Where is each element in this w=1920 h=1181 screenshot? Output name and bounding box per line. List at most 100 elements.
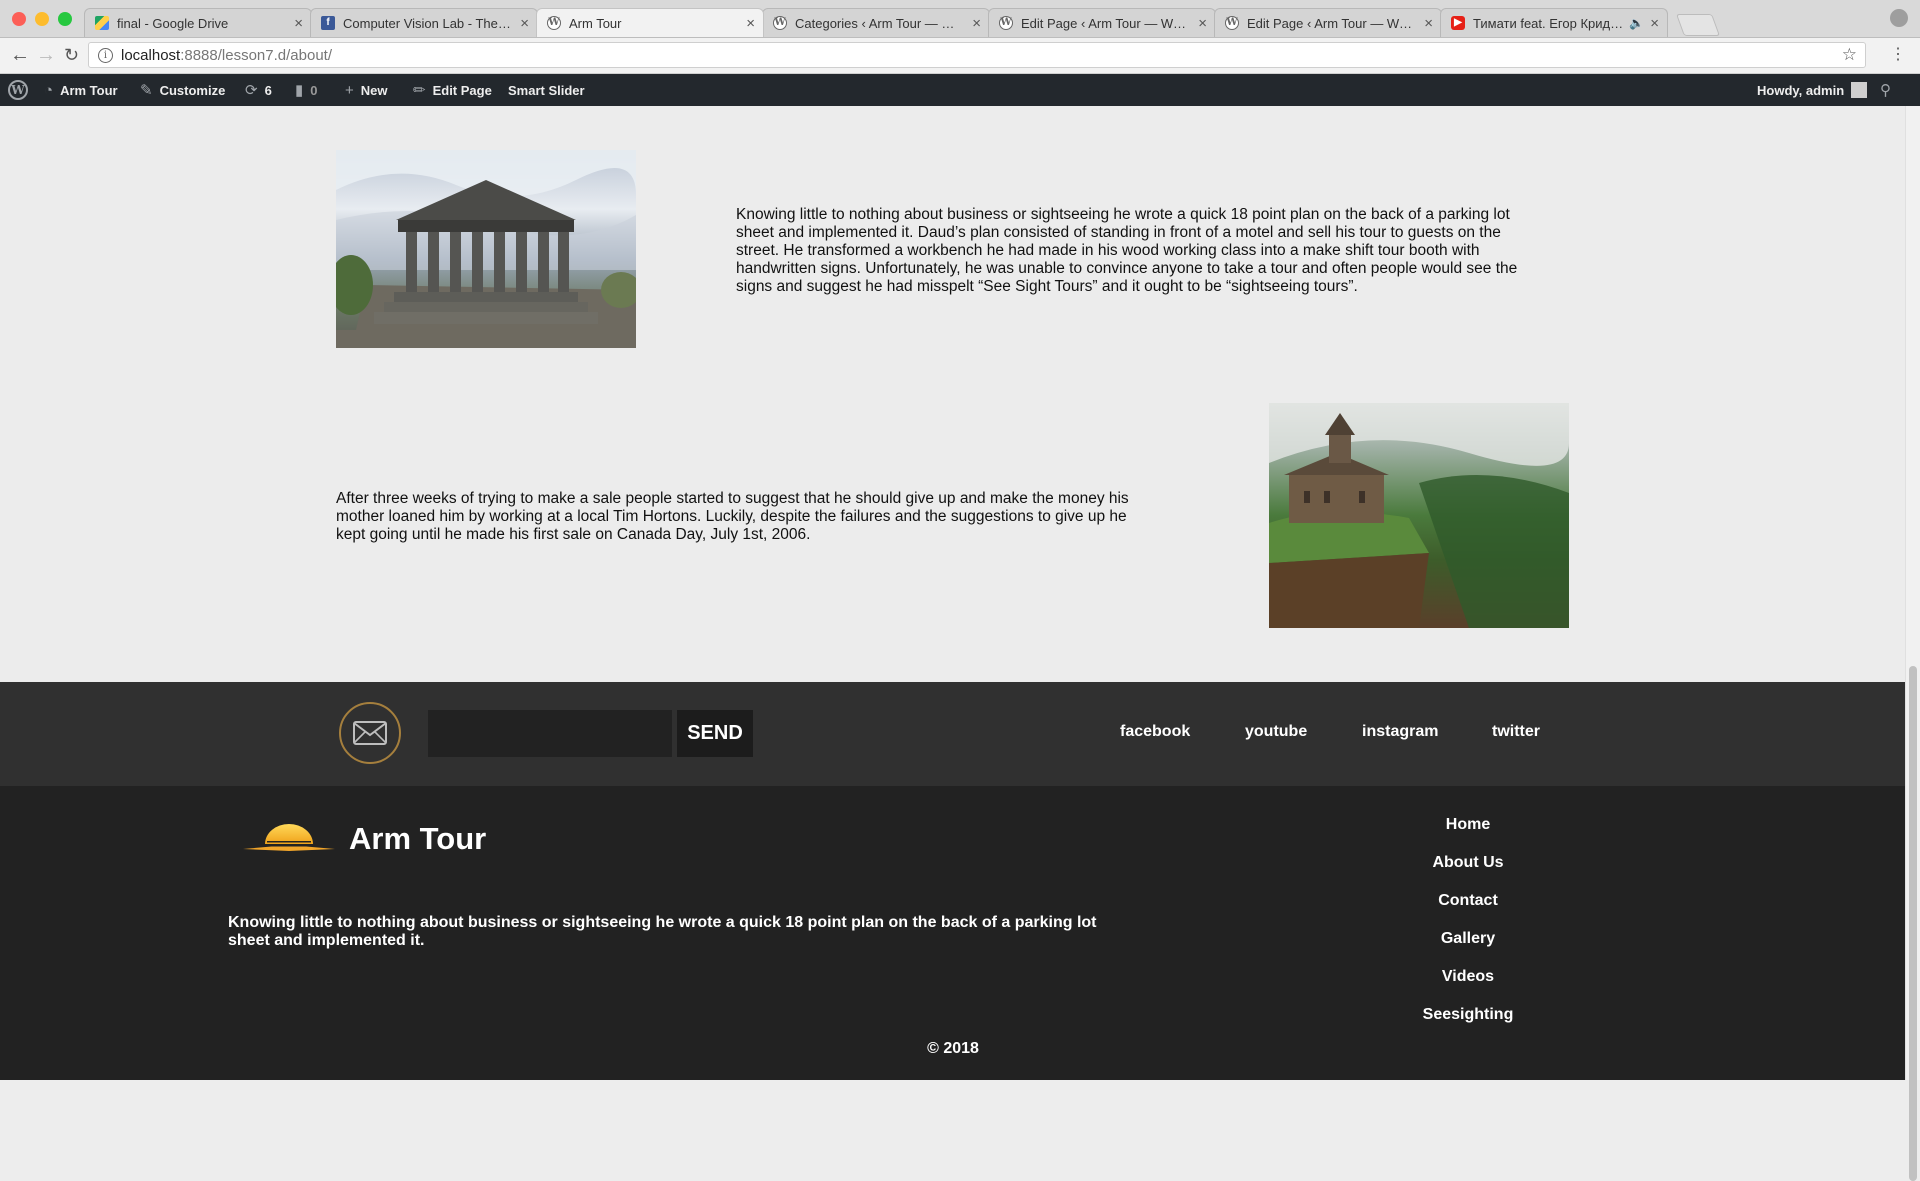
updates-icon: ⟳ bbox=[245, 82, 258, 99]
wordpress-logo-icon: W bbox=[8, 80, 28, 100]
youtube-icon: ▶ bbox=[1451, 16, 1465, 30]
close-tab-icon[interactable]: × bbox=[520, 15, 529, 32]
search-icon: ⚲ bbox=[1880, 82, 1891, 99]
speaker-icon[interactable]: 🔈 bbox=[1629, 16, 1644, 30]
edit-page-label: Edit Page bbox=[432, 82, 492, 98]
new-tab-button[interactable] bbox=[1675, 14, 1721, 36]
new-label: New bbox=[360, 82, 388, 98]
close-tab-icon[interactable]: × bbox=[294, 15, 303, 32]
page-viewport: Knowing little to nothing about business… bbox=[0, 106, 1906, 1080]
monastery-photo bbox=[1269, 403, 1569, 628]
wordpress-icon: W bbox=[773, 16, 787, 30]
tab-label: final - Google Drive bbox=[117, 15, 229, 31]
comment-bubble-icon: ▮ bbox=[295, 82, 304, 99]
browser-tab-edit-page-2[interactable]: W Edit Page ‹ Arm Tour — WordP × bbox=[1214, 8, 1442, 37]
facebook-link[interactable]: facebook bbox=[1120, 723, 1190, 741]
url-host: localhost bbox=[121, 46, 181, 64]
updates-link[interactable]: ⟳ 6 bbox=[245, 74, 272, 106]
new-content-menu[interactable]: + New bbox=[345, 74, 388, 106]
close-tab-icon[interactable]: × bbox=[1424, 15, 1433, 32]
my-account-menu[interactable]: Howdy, admin bbox=[1757, 74, 1868, 106]
wp-admin-bar: W ◔ Arm Tour ✎ Customize ⟳ 6 ▮ 0 + New ✏… bbox=[0, 74, 1920, 106]
close-tab-icon[interactable]: × bbox=[746, 15, 755, 32]
minimize-window-button[interactable] bbox=[35, 12, 49, 26]
temple-photo bbox=[336, 150, 636, 348]
envelope-icon bbox=[353, 721, 387, 745]
browser-toolbar: ← → ↻ i localhost:8888/lesson7.d/about/ … bbox=[0, 38, 1920, 74]
browser-tab-google-drive[interactable]: final - Google Drive × bbox=[84, 8, 312, 37]
tab-label: Edit Page ‹ Arm Tour — WordP bbox=[1247, 15, 1419, 31]
send-button[interactable]: SEND bbox=[677, 710, 753, 757]
footer-nav-videos[interactable]: Videos bbox=[1380, 968, 1556, 1006]
edit-page-link[interactable]: ✏ Edit Page bbox=[413, 74, 492, 106]
browser-tab-facebook[interactable]: f Computer Vision Lab - The Un × bbox=[310, 8, 538, 37]
brush-icon: ✎ bbox=[140, 82, 153, 99]
footer-nav: Home About Us Contact Gallery Videos See… bbox=[1380, 816, 1556, 1044]
tab-label: Categories ‹ Arm Tour — Word bbox=[795, 15, 967, 31]
footer-brand[interactable]: Arm Tour bbox=[349, 821, 486, 857]
back-arrow-icon[interactable]: ← bbox=[10, 44, 30, 66]
page-scrollbar[interactable] bbox=[1905, 106, 1920, 1181]
info-icon[interactable]: i bbox=[98, 47, 113, 63]
footer-nav-home[interactable]: Home bbox=[1380, 816, 1556, 854]
site-name-menu[interactable]: ◔ Arm Tour bbox=[44, 74, 118, 106]
close-tab-icon[interactable]: × bbox=[972, 15, 981, 32]
story-paragraph-2: After three weeks of trying to make a sa… bbox=[336, 490, 1129, 543]
wp-logo-menu[interactable]: W bbox=[8, 74, 28, 106]
reload-icon[interactable]: ↻ bbox=[64, 44, 79, 66]
subscribe-bar: SEND facebook youtube instagram twitter bbox=[0, 682, 1906, 786]
footer-nav-contact[interactable]: Contact bbox=[1380, 892, 1556, 930]
footer-description: Knowing little to nothing about business… bbox=[228, 914, 1097, 949]
smart-slider-link[interactable]: Smart Slider bbox=[508, 74, 585, 106]
browser-tab-edit-page[interactable]: W Edit Page ‹ Arm Tour — WordP × bbox=[988, 8, 1216, 37]
youtube-link[interactable]: youtube bbox=[1245, 723, 1307, 741]
browser-tab-arm-tour[interactable]: W Arm Tour × bbox=[536, 8, 764, 37]
comments-link[interactable]: ▮ 0 bbox=[295, 74, 318, 106]
browser-menu-icon[interactable]: ⋮ bbox=[1890, 46, 1906, 64]
instagram-link[interactable]: instagram bbox=[1362, 723, 1438, 741]
wordpress-icon: W bbox=[999, 16, 1013, 30]
footer-nav-seesighting[interactable]: Seesighting bbox=[1380, 1006, 1556, 1044]
twitter-link[interactable]: twitter bbox=[1492, 723, 1540, 741]
smart-slider-label: Smart Slider bbox=[508, 82, 585, 98]
story-paragraph-1: Knowing little to nothing about business… bbox=[736, 206, 1518, 295]
monastery-illustration bbox=[1269, 403, 1569, 628]
comments-count: 0 bbox=[310, 82, 318, 98]
facebook-icon: f bbox=[321, 16, 335, 30]
browser-tab-categories[interactable]: W Categories ‹ Arm Tour — Word × bbox=[762, 8, 990, 37]
address-bar[interactable]: i localhost:8888/lesson7.d/about/ ☆ bbox=[88, 42, 1866, 68]
forward-arrow-icon[interactable]: → bbox=[36, 44, 56, 66]
site-name-label: Arm Tour bbox=[60, 82, 118, 98]
footer-nav-about-us[interactable]: About Us bbox=[1380, 854, 1556, 892]
site-footer: Arm Tour Knowing little to nothing about… bbox=[0, 786, 1906, 1080]
tab-label: Arm Tour bbox=[569, 15, 622, 31]
browser-tabstrip: final - Google Drive × f Computer Vision… bbox=[0, 0, 1920, 38]
browser-tab-youtube[interactable]: ▶ Тимати feat. Егор Крид - П 🔈 × bbox=[1440, 8, 1668, 37]
google-drive-icon bbox=[95, 16, 109, 30]
pencil-icon: ✏ bbox=[413, 82, 426, 99]
close-tab-icon[interactable]: × bbox=[1198, 15, 1207, 32]
url-path: :8888/lesson7.d/about/ bbox=[180, 46, 332, 64]
bookmark-star-icon[interactable]: ☆ bbox=[1842, 45, 1857, 65]
temple-illustration bbox=[336, 150, 636, 348]
plus-icon: + bbox=[345, 81, 354, 99]
close-tab-icon[interactable]: × bbox=[1650, 15, 1659, 32]
newsletter-email-input[interactable] bbox=[428, 710, 672, 757]
tab-label: Computer Vision Lab - The Un bbox=[343, 15, 515, 31]
sun-logo-icon bbox=[243, 824, 335, 851]
howdy-label: Howdy, admin bbox=[1757, 82, 1845, 98]
tab-label: Edit Page ‹ Arm Tour — WordP bbox=[1021, 15, 1193, 31]
maximize-window-button[interactable] bbox=[58, 12, 72, 26]
wordpress-icon: W bbox=[547, 16, 561, 30]
close-window-button[interactable] bbox=[12, 12, 26, 26]
customize-label: Customize bbox=[159, 82, 226, 98]
updates-count: 6 bbox=[264, 82, 272, 98]
customize-link[interactable]: ✎ Customize bbox=[140, 74, 225, 106]
scrollbar-thumb[interactable] bbox=[1909, 666, 1917, 1181]
mail-badge bbox=[339, 702, 401, 764]
avatar bbox=[1851, 82, 1868, 98]
dashboard-icon: ◔ bbox=[44, 81, 54, 99]
footer-nav-gallery[interactable]: Gallery bbox=[1380, 930, 1556, 968]
profile-icon[interactable] bbox=[1890, 9, 1908, 27]
admin-search[interactable]: ⚲ bbox=[1880, 74, 1891, 106]
